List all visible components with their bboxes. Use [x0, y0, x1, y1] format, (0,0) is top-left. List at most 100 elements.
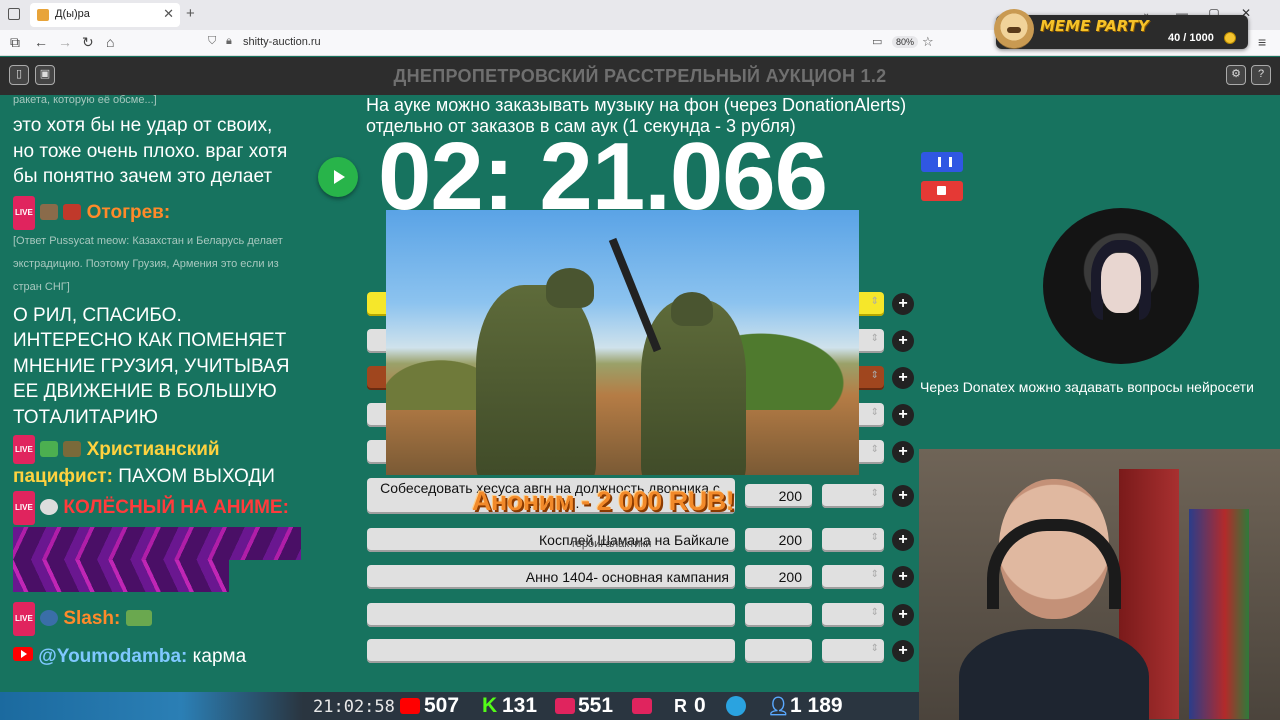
add-lot-button[interactable]: +	[892, 367, 914, 389]
chat-user-row: LIVE Отогрев:	[13, 195, 297, 230]
add-lot-button[interactable]: +	[892, 604, 914, 626]
sticker-part	[13, 560, 229, 592]
video-figure	[476, 285, 596, 475]
favicon-icon	[37, 9, 49, 21]
vk-live-icon: LIVE	[13, 491, 35, 525]
video-object	[608, 237, 662, 353]
add-lot-button[interactable]: +	[892, 441, 914, 463]
tab-close-icon[interactable]: ✕	[163, 6, 174, 22]
lot-row: +	[367, 639, 915, 663]
url-text[interactable]: shitty-auction.ru	[243, 36, 321, 48]
telegram-icon	[726, 696, 746, 716]
lot-add-input[interactable]	[822, 484, 884, 508]
vk-live-viewers: 551	[578, 694, 614, 717]
new-tab-button[interactable]: +	[186, 5, 195, 22]
stop-button[interactable]	[921, 181, 963, 201]
youtube-icon	[400, 698, 420, 714]
globe-emote-icon	[40, 610, 59, 626]
chat-user-row: LIVE Христианский пацифист: ПАХОМ ВЫХОДИ	[13, 435, 297, 489]
vk-live-icon: LIVE	[13, 602, 35, 636]
webcam-background	[1189, 509, 1249, 719]
rutube-icon: R	[674, 696, 687, 716]
fire-emote-icon	[63, 203, 82, 220]
help-icon[interactable]: ?	[1251, 65, 1271, 85]
shield-icon[interactable]: ⛉	[208, 35, 216, 48]
add-lot-button[interactable]: +	[892, 404, 914, 426]
donation-alert-title: Аноним - 2 000 RUB!	[472, 486, 735, 516]
lock-icon[interactable]: 🔒︎	[226, 35, 232, 48]
chat-message: карма	[192, 646, 247, 667]
play-button[interactable]	[318, 157, 358, 197]
donation-video	[386, 210, 859, 475]
add-lot-button[interactable]: +	[892, 640, 914, 662]
lot-amount[interactable]: 200	[745, 528, 812, 552]
lot-add-input[interactable]	[822, 639, 884, 663]
lot-name-input[interactable]: Анно 1404- основная кампания	[367, 565, 735, 589]
zoom-level[interactable]: 80%	[892, 36, 919, 48]
bookmark-star-icon[interactable]: ☆	[922, 34, 934, 50]
donation-alert-message: героиГалактики	[572, 538, 652, 550]
vk-live-icon	[555, 698, 575, 714]
forward-arrow-icon[interactable]: →	[58, 34, 72, 50]
browser-tab[interactable]: Д(ы)ра ✕	[30, 3, 180, 27]
coin-icon	[1224, 32, 1236, 44]
chat-user-row: LIVE КОЛЁСНЫЙ НА АНИМЕ:	[13, 491, 297, 525]
tab-list-icon[interactable]	[8, 8, 20, 20]
doge-icon	[994, 9, 1034, 49]
add-lot-button[interactable]: +	[892, 293, 914, 315]
lot-amount[interactable]	[745, 639, 812, 663]
menu-icon[interactable]: ≡	[1258, 34, 1266, 50]
kick-icon: K	[482, 694, 498, 717]
total-viewers: 1 189	[790, 694, 843, 717]
lot-name-input[interactable]	[367, 639, 735, 663]
streamer-body	[959, 629, 1149, 720]
reload-icon[interactable]: ↻	[82, 34, 94, 51]
youtube-viewers: 507	[424, 694, 460, 717]
chat-username[interactable]: @Youmodamba:	[38, 646, 187, 667]
app-header: ▯ ▣ ДНЕПРОПЕТРОВСКИЙ РАССТРЕЛЬНЫЙ АУКЦИО…	[0, 57, 1280, 95]
add-lot-button[interactable]: +	[892, 330, 914, 352]
emote-icon	[63, 441, 82, 457]
kick-viewers: 131	[502, 694, 538, 717]
user-icon: 👤︎	[767, 696, 790, 716]
tab-title: Д(ы)ра	[55, 8, 90, 20]
webcam-feed	[919, 449, 1280, 720]
pause-button[interactable]	[921, 152, 963, 172]
panda-emote-icon	[40, 499, 59, 515]
lot-name-input[interactable]: Косплей Шамана на Байкале	[367, 528, 735, 552]
rutube-viewers: 0	[694, 694, 706, 717]
chat-user-row: LIVE Slash:	[13, 602, 297, 636]
add-lot-button[interactable]: +	[892, 566, 914, 588]
home-icon[interactable]: ⌂	[106, 34, 114, 50]
video-figure	[641, 300, 746, 475]
meme-party-title: MEME PARTY	[1040, 17, 1149, 35]
lot-row: Анно 1404- основная кампания 200 +	[367, 565, 915, 589]
settings-gear-icon[interactable]: ⚙	[1226, 65, 1246, 85]
url-bar[interactable]: ⛉ 🔒︎ shitty-auction.ru ▭ 80% ☆	[200, 33, 940, 53]
vk-live-icon: LIVE	[13, 195, 35, 230]
extension-icon[interactable]: ⧉	[10, 34, 20, 51]
lot-add-input[interactable]	[822, 528, 884, 552]
lot-amount[interactable]: 200	[745, 565, 812, 589]
lot-name-input[interactable]	[367, 603, 735, 627]
add-lot-button[interactable]: +	[892, 529, 914, 551]
back-arrow-icon[interactable]: ←	[34, 34, 48, 50]
reader-view-icon[interactable]: ▭	[872, 35, 882, 48]
lot-amount[interactable]: 200	[745, 484, 812, 508]
syringe-emote-icon	[40, 441, 59, 457]
add-lot-button[interactable]: +	[892, 485, 914, 507]
stream-clock: 21:02:58	[313, 697, 395, 717]
chat-quote: ракета, которую её обсме...]	[13, 95, 157, 106]
chat-message: О РИЛ, СПАСИБО. ИНТЕРЕСНО КАК ПОМЕНЯЕТ М…	[13, 304, 290, 428]
chat-username[interactable]: Отогрев:	[87, 202, 171, 223]
chat-sticker-image	[13, 527, 301, 592]
meme-party-count: 40 / 1000	[1168, 32, 1214, 44]
lot-add-input[interactable]	[822, 603, 884, 627]
lot-add-input[interactable]	[822, 565, 884, 589]
video-figure-head	[546, 268, 594, 308]
vk-video-icon	[632, 698, 652, 714]
chat-username[interactable]: Slash:	[63, 608, 120, 629]
chat-message: ПАХОМ ВЫХОДИ	[118, 466, 275, 487]
chat-username[interactable]: КОЛЁСНЫЙ НА АНИМЕ:	[63, 497, 289, 518]
lot-amount[interactable]	[745, 603, 812, 627]
